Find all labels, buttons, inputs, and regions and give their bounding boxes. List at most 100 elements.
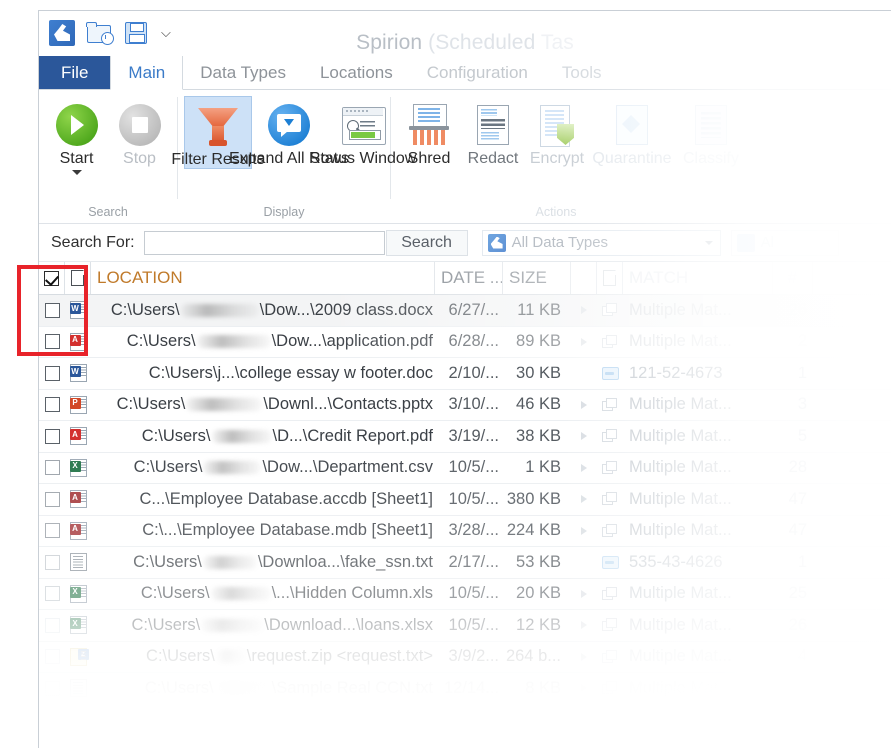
row-checkbox[interactable] [44,680,60,696]
row-expander-cell[interactable] [571,516,597,547]
redact-button[interactable]: Redact [461,96,525,167]
save-button[interactable] [122,19,150,47]
data-types-dropdown-secondary[interactable]: Al [730,229,839,256]
search-input[interactable] [143,230,385,255]
row-checkbox[interactable] [44,649,60,665]
row-select-cell[interactable] [39,390,65,421]
match-column-header[interactable]: MATCH [623,262,773,294]
row-select-cell[interactable] [39,358,65,389]
table-row[interactable]: X C:\Users\ \Dow...\Department.csv 10/5/...… [39,453,891,484]
chevron-right-icon[interactable] [581,337,587,346]
shred-button[interactable]: Shred [397,96,461,167]
encrypt-button[interactable]: Encrypt [525,96,589,167]
row-select-cell[interactable] [39,642,65,673]
tab-file[interactable]: File [39,56,111,89]
table-row[interactable]: X C:\Users\ \...\Hidden Column.xls 10/5/...… [39,579,891,610]
table-row[interactable]: X C:\Users\ \Download...\loans.xlsx 10/5/..… [39,610,891,642]
tab-configuration[interactable]: Configuration [410,56,545,89]
count-column-header[interactable]: # [773,262,813,294]
status-window-button[interactable]: Status Window [310,96,416,167]
location-cell[interactable]: C:\Users\j...\college essay w footer.doc [91,358,435,389]
match-type-header[interactable] [597,262,623,294]
app-menu-button[interactable] [48,19,76,47]
select-all-checkbox[interactable] [44,270,59,286]
row-expander-cell[interactable] [571,327,597,358]
row-select-cell[interactable] [39,610,65,641]
row-checkbox[interactable] [44,365,60,381]
row-expander-cell[interactable] [571,421,597,452]
chevron-right-icon[interactable] [581,400,587,409]
table-row[interactable]: A C...\Employee Database.accdb [Sheet1] 10… [39,484,891,516]
row-checkbox[interactable] [44,460,60,476]
chevron-right-icon[interactable] [581,526,587,535]
tab-tools[interactable]: Tools [545,56,619,89]
tab-data-types[interactable]: Data Types [183,56,303,89]
location-cell[interactable]: C:\Users\ \...\Hidden Column.xls [91,579,435,610]
row-select-cell[interactable] [39,673,65,704]
row-checkbox[interactable] [44,586,60,602]
row-checkbox[interactable] [44,428,60,444]
row-select-cell[interactable] [39,484,65,515]
chevron-right-icon[interactable] [581,432,587,441]
row-select-cell[interactable] [39,421,65,452]
location-cell[interactable]: C:\Users\ \Dow...\application.pdf [91,327,435,358]
location-cell[interactable]: C...\Employee Database.accdb [Sheet1] [91,484,435,515]
row-expander-cell[interactable] [571,295,597,326]
tab-locations[interactable]: Locations [303,56,410,89]
table-row[interactable]: P C:\Users\ \Downl...\Contacts.pptx 3/10/..… [39,390,891,421]
table-row[interactable]: W C:\Users\j...\college essay w footer.do… [39,358,891,390]
table-row[interactable]: C:\Users\ \Downloa...\fake_ssn.txt 2/17/..… [39,547,891,579]
row-checkbox[interactable] [44,491,60,507]
row-checkbox[interactable] [44,617,60,633]
location-cell[interactable]: C:\Users\ \Download...\loans.xlsx [91,610,435,641]
row-checkbox[interactable] [44,554,60,570]
size-column-header[interactable]: SIZE [503,262,571,294]
chevron-right-icon[interactable] [581,621,587,630]
table-row[interactable]: A C:\...\Employee Database.mdb [Sheet1] 3/… [39,516,891,547]
row-select-cell[interactable] [39,547,65,578]
customize-quick-access-icon[interactable]: ⌵ [159,27,173,40]
row-expander-cell[interactable] [571,547,597,578]
location-cell[interactable]: C:\Users\ \Dow...\Department.csv [91,453,435,484]
row-expander-cell[interactable] [571,610,597,641]
chevron-right-icon[interactable] [581,306,587,315]
row-expander-cell[interactable] [571,358,597,389]
file-type-header[interactable] [65,262,91,294]
chevron-right-icon[interactable] [581,495,587,504]
location-cell[interactable]: C:\Users\ \D...\Credit Report.pdf [91,421,435,452]
table-row[interactable]: W C:\Users\ \Dow...\2009 class.docx 6/27/..… [39,295,891,327]
row-expander-cell[interactable] [571,453,597,484]
search-button[interactable]: Search [385,229,468,256]
row-expander-cell[interactable] [571,673,597,704]
location-column-header[interactable]: LOCATION [91,262,435,294]
row-checkbox[interactable] [44,397,60,413]
row-checkbox[interactable] [44,302,60,318]
row-expander-cell[interactable] [571,484,597,515]
row-expander-cell[interactable] [571,390,597,421]
extra-column-header[interactable] [813,262,873,294]
row-checkbox[interactable] [44,334,60,350]
chevron-right-icon[interactable] [581,684,587,693]
chevron-down-icon[interactable] [704,240,713,245]
row-checkbox[interactable] [44,523,60,539]
table-row[interactable]: C:\Users\ \Sample Real CCN.txt 12/14... 8 K… [39,673,891,705]
location-cell[interactable]: C:\Users\ \Sample Real CCN.txt [91,673,435,704]
row-select-cell[interactable] [39,516,65,547]
row-expander-cell[interactable] [571,642,597,673]
table-row[interactable]: A C:\Users\ \D...\Credit Report.pdf 3/19/..… [39,421,891,453]
select-all-header[interactable] [39,262,65,294]
date-column-header[interactable]: DATE ... [435,262,503,294]
stop-button[interactable]: Stop [108,96,171,167]
chevron-down-icon[interactable] [71,170,82,175]
open-recent-button[interactable] [85,19,114,47]
location-cell[interactable]: C:\Users\ \Downloa...\fake_ssn.txt [91,547,435,578]
row-select-cell[interactable] [39,327,65,358]
start-button[interactable]: Start [45,96,108,175]
chevron-right-icon[interactable] [581,589,587,598]
quarantine-button[interactable]: Quarantine [589,96,675,167]
location-cell[interactable]: C:\...\Employee Database.mdb [Sheet1] [91,516,435,547]
classify-button[interactable]: Classify [675,96,747,167]
row-select-cell[interactable] [39,453,65,484]
location-cell[interactable]: C:\Users\ \Downl...\Contacts.pptx [91,390,435,421]
row-select-cell[interactable] [39,295,65,326]
